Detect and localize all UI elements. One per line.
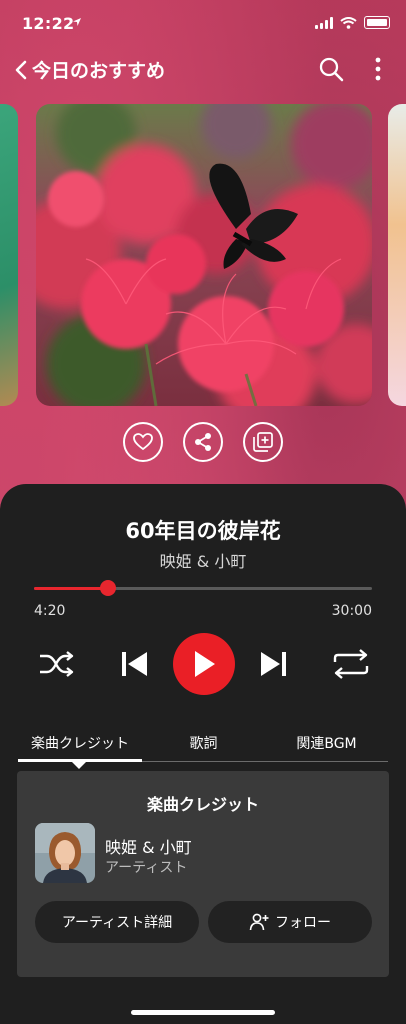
tab-lyrics[interactable]: 歌詞 [142, 733, 265, 761]
page-title: 今日のおすすめ [32, 60, 166, 82]
chevron-left-icon [15, 60, 27, 79]
share-button[interactable] [183, 422, 223, 462]
status-bar: 12:22 [0, 0, 406, 46]
play-icon [195, 651, 215, 677]
progress-fill [34, 587, 109, 590]
search-icon[interactable] [318, 56, 344, 82]
elapsed-time: 4:20 [34, 603, 66, 619]
add-person-icon [249, 913, 269, 931]
repeat-icon[interactable] [332, 648, 370, 680]
follow-label: フォロー [275, 915, 331, 931]
info-tabs: 楽曲クレジット 歌詞 関連BGM [18, 733, 388, 761]
playback-controls [0, 633, 406, 695]
wifi-icon [340, 16, 357, 29]
like-button[interactable] [123, 422, 163, 462]
follow-button[interactable]: フォロー [208, 901, 372, 943]
credits-title: 楽曲クレジット [146, 795, 259, 814]
next-track-icon[interactable] [258, 650, 288, 678]
play-button[interactable] [173, 633, 235, 695]
add-to-playlist-button[interactable] [243, 422, 283, 462]
total-time: 30:00 [331, 603, 372, 619]
cellular-signal-icon [315, 16, 333, 29]
share-icon [195, 433, 211, 451]
artist-details-button[interactable]: アーティスト詳細 [35, 901, 199, 943]
heart-icon [133, 433, 153, 451]
artist-details-label: アーティスト詳細 [61, 915, 173, 931]
song-artist[interactable]: 映姫 & 小町 [0, 548, 406, 572]
location-arrow-icon [73, 18, 81, 26]
avatar[interactable] [35, 823, 95, 883]
album-artwork [36, 104, 372, 406]
next-artwork-card[interactable] [388, 104, 406, 406]
back-button[interactable]: 今日のおすすめ [14, 56, 165, 83]
top-bar: 今日のおすすめ [0, 52, 406, 88]
active-tab-pointer [71, 761, 87, 769]
more-vertical-icon[interactable] [372, 56, 384, 82]
status-time: 12:22 [22, 14, 75, 33]
previous-track-icon[interactable] [120, 650, 150, 678]
shuffle-icon[interactable] [38, 650, 74, 678]
progress-slider[interactable] [34, 580, 372, 596]
tab-credits[interactable]: 楽曲クレジット [18, 733, 142, 761]
credit-artist-name[interactable]: 映姫 & 小町 [105, 834, 192, 858]
previous-artwork-card[interactable] [0, 104, 18, 406]
song-title: 60年目の彼岸花 [125, 519, 281, 543]
credit-artist-role: アーティスト [105, 860, 188, 876]
home-indicator[interactable] [131, 1010, 275, 1015]
tab-related-bgm[interactable]: 関連BGM [265, 733, 388, 761]
battery-icon [364, 16, 390, 29]
artist-photo [35, 823, 95, 883]
artwork-actions [0, 422, 406, 462]
add-to-library-icon [253, 432, 273, 452]
artwork-image [36, 104, 372, 406]
